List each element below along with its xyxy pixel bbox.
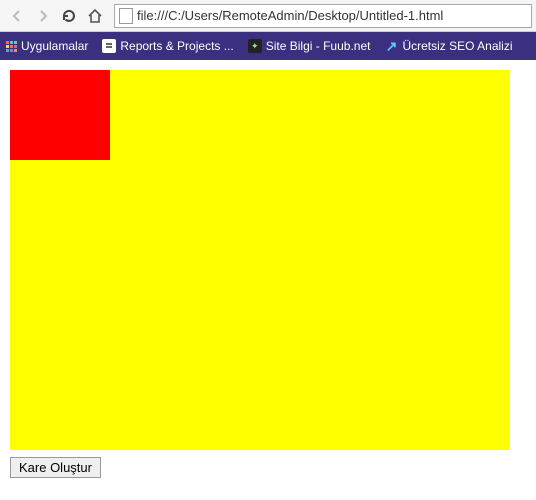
create-square-button[interactable]: Kare Oluştur xyxy=(10,457,101,478)
back-button[interactable] xyxy=(4,3,30,29)
bookmark-sitebilgi[interactable]: ✦ Site Bilgi - Fuub.net xyxy=(248,39,371,53)
bookmark-label: Reports & Projects ... xyxy=(120,39,233,53)
document-icon xyxy=(119,8,133,24)
bookmark-reports[interactable]: Reports & Projects ... xyxy=(102,39,233,53)
bookmark-apps[interactable]: Uygulamalar xyxy=(6,39,88,53)
site-icon: ✦ xyxy=(248,39,262,53)
home-button[interactable] xyxy=(82,3,108,29)
url-bar[interactable]: file:///C:/Users/RemoteAdmin/Desktop/Unt… xyxy=(114,4,532,28)
forward-button[interactable] xyxy=(30,3,56,29)
bookmark-label: Uygulamalar xyxy=(21,39,88,53)
url-text: file:///C:/Users/RemoteAdmin/Desktop/Unt… xyxy=(137,8,443,23)
bookmarks-bar: Uygulamalar Reports & Projects ... ✦ Sit… xyxy=(0,32,536,60)
apps-icon xyxy=(6,41,17,52)
arrow-icon: ↗ xyxy=(384,39,398,53)
document-icon xyxy=(102,39,116,53)
bookmark-seo[interactable]: ↗ Ücretsiz SEO Analizi xyxy=(384,39,512,53)
bookmark-label: Ücretsiz SEO Analizi xyxy=(402,39,512,53)
yellow-container xyxy=(10,70,510,450)
red-square xyxy=(10,70,110,160)
reload-button[interactable] xyxy=(56,3,82,29)
page-content: Kare Oluştur xyxy=(0,60,536,488)
bookmark-label: Site Bilgi - Fuub.net xyxy=(266,39,371,53)
browser-toolbar: file:///C:/Users/RemoteAdmin/Desktop/Unt… xyxy=(0,0,536,32)
